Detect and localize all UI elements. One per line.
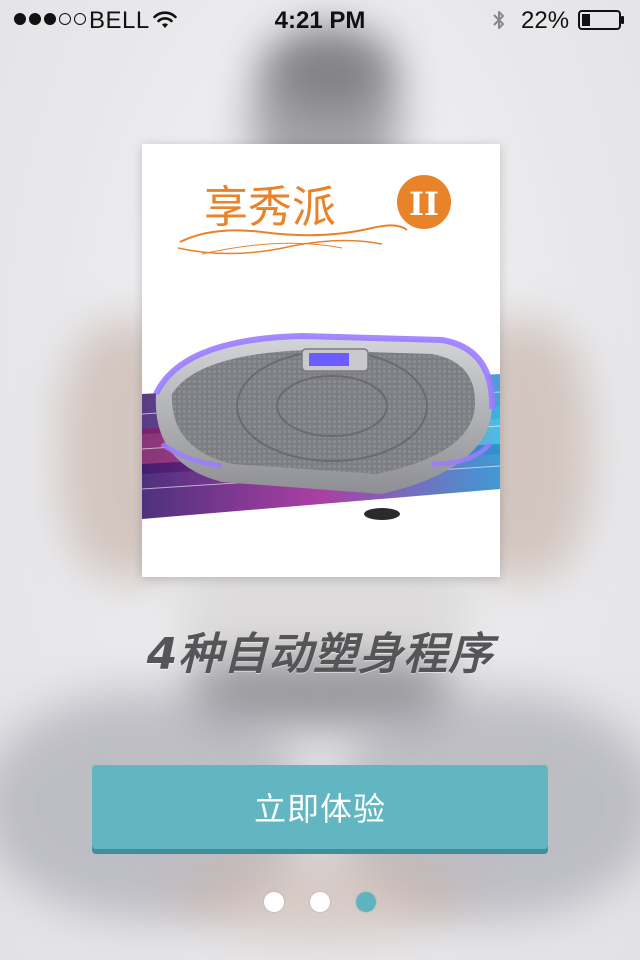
page-dot[interactable]	[310, 892, 330, 912]
try-now-button[interactable]: 立即体验	[92, 765, 548, 849]
product-image: 享秀派 II	[142, 175, 500, 520]
battery-percentage: 22%	[521, 7, 570, 34]
bluetooth-icon	[493, 11, 504, 29]
feature-headline: 4种自动塑身程序	[146, 629, 494, 680]
status-bar: BELL 4:21 PM 22%	[0, 0, 640, 40]
page-dot[interactable]	[356, 892, 376, 912]
brand-name: 享秀派	[204, 182, 336, 233]
page-dot[interactable]	[264, 892, 284, 912]
battery-icon	[578, 10, 624, 30]
page-indicator[interactable]	[0, 892, 640, 912]
product-card[interactable]: 享秀派 II	[142, 144, 500, 577]
brand-logo: 享秀派 II	[177, 175, 451, 255]
brand-badge: II	[409, 185, 439, 223]
